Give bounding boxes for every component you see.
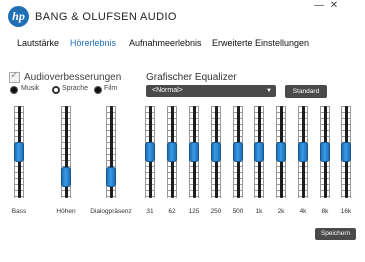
radio-film-label: Film xyxy=(104,85,118,92)
equalizer-title: Grafischer Equalizer xyxy=(146,72,237,83)
save-button[interactable]: Speichern xyxy=(315,228,356,240)
eq-band-1-label: 62 xyxy=(168,208,176,215)
tab-aufnahmeerlebnis[interactable]: Aufnahmeerlebnis xyxy=(129,38,202,48)
close-button[interactable]: ✕ xyxy=(326,1,342,11)
eq-band-7-label: 4k xyxy=(299,208,307,215)
tab-hoererlebnis[interactable]: Hörerlebnis xyxy=(70,38,116,48)
preset-dropdown[interactable]: <Normal> ▼ xyxy=(146,85,276,97)
eq-band-6-knob[interactable] xyxy=(276,142,286,162)
tab-lautstaerke[interactable]: Lautstärke xyxy=(17,38,59,48)
eq-band-0-label: 31 xyxy=(146,208,154,215)
eq-band-2-knob[interactable] xyxy=(189,142,199,162)
slider-1-label: Höhen xyxy=(56,208,76,215)
eq-band-8-knob[interactable] xyxy=(320,142,330,162)
eq-band-8-label: 8k xyxy=(321,208,329,215)
chevron-down-icon: ▼ xyxy=(266,88,272,94)
eq-band-9-knob[interactable] xyxy=(341,142,351,162)
eq-band-6-label: 2k xyxy=(277,208,285,215)
hp-logo: hp xyxy=(8,6,29,27)
slider-0-knob[interactable] xyxy=(14,142,24,162)
slider-0-label: Bass xyxy=(11,208,27,215)
radio-musik-label: Musik xyxy=(21,85,40,92)
standard-button[interactable]: Standard xyxy=(285,85,327,98)
slider-2-knob[interactable] xyxy=(106,167,116,188)
eq-band-3-label: 250 xyxy=(210,208,222,215)
eq-band-2-label: 125 xyxy=(188,208,200,215)
eq-band-0-knob[interactable] xyxy=(145,142,155,162)
audio-enhancements-label: Audioverbesserungen xyxy=(24,72,122,83)
radio-sprache[interactable] xyxy=(52,86,60,94)
checkmark-icon: ✓ xyxy=(10,70,19,81)
eq-band-5-label: 1k xyxy=(255,208,263,215)
minimize-button[interactable]: — xyxy=(311,1,327,11)
eq-band-4-knob[interactable] xyxy=(233,142,243,162)
eq-band-3-knob[interactable] xyxy=(211,142,221,162)
eq-band-9-label: 16k xyxy=(340,208,352,215)
tab-erweiterte-einstellungen[interactable]: Erweiterte Einstellungen xyxy=(212,38,309,48)
radio-musik[interactable] xyxy=(10,86,18,94)
eq-band-1-knob[interactable] xyxy=(167,142,177,162)
brand-title: BANG & OLUFSEN AUDIO xyxy=(35,11,177,23)
radio-film[interactable] xyxy=(94,86,102,94)
radio-sprache-label: Sprache xyxy=(62,85,89,92)
preset-value: <Normal> xyxy=(152,87,183,94)
eq-band-4-label: 500 xyxy=(232,208,244,215)
slider-1-knob[interactable] xyxy=(61,167,71,188)
slider-2-label: Dialogpräsenz xyxy=(90,208,132,215)
eq-band-7-knob[interactable] xyxy=(298,142,308,162)
eq-band-5-knob[interactable] xyxy=(254,142,264,162)
